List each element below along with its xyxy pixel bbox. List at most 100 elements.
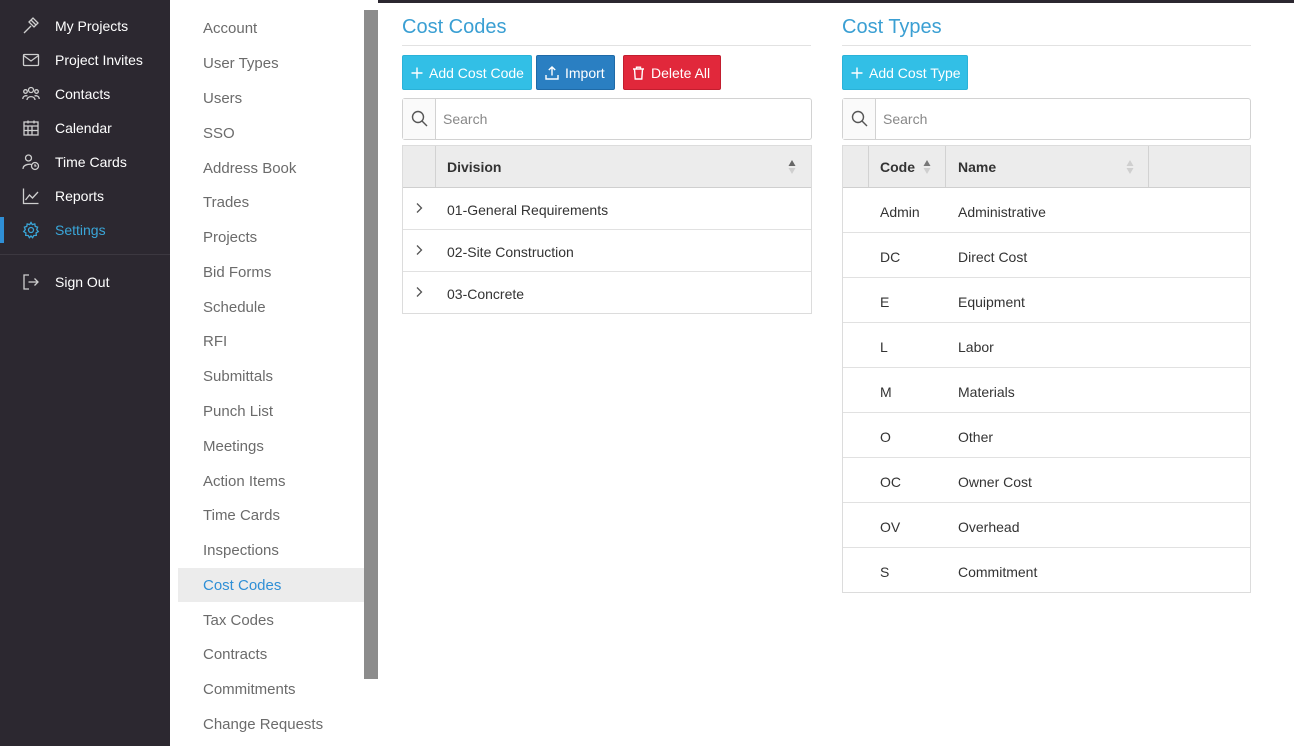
settings-item-inspections[interactable]: Inspections xyxy=(178,533,364,567)
cost-codes-table-header: Division xyxy=(403,146,811,188)
settings-item-label: Contracts xyxy=(203,646,268,663)
table-row[interactable]: Admin Administrative xyxy=(843,188,1250,233)
cost-codes-title: Cost Codes xyxy=(402,16,507,38)
cost-type-code: DC xyxy=(880,249,901,265)
settings-item-meetings[interactable]: Meetings xyxy=(178,429,364,463)
cost-codes-search xyxy=(402,98,812,140)
table-row[interactable]: M Materials xyxy=(843,368,1250,413)
cost-codes-table: Division 01-General Requirements 02-Site… xyxy=(402,145,812,314)
cost-type-name: Overhead xyxy=(958,519,1020,535)
add-cost-type-label: Add Cost Type xyxy=(869,64,961,81)
cost-type-code: M xyxy=(880,384,892,400)
cost-type-name: Commitment xyxy=(958,564,1038,580)
cost-type-code: L xyxy=(880,339,888,355)
settings-item-label: Users xyxy=(203,90,243,107)
import-button[interactable]: Import xyxy=(536,55,615,90)
sort-asc-icon[interactable] xyxy=(923,159,931,175)
nav-item-settings[interactable]: Settings xyxy=(0,213,170,247)
cost-type-code: Admin xyxy=(880,204,920,220)
settings-item-action-items[interactable]: Action Items xyxy=(178,464,364,498)
settings-item-label: Change Requests xyxy=(203,716,324,733)
nav-item-project-invites[interactable]: Project Invites xyxy=(0,43,170,77)
nav-item-my-projects[interactable]: My Projects xyxy=(0,9,170,43)
nav-item-calendar[interactable]: Calendar xyxy=(0,111,170,145)
settings-item-cost-codes[interactable]: Cost Codes xyxy=(178,568,364,602)
table-row[interactable]: S Commitment xyxy=(843,548,1250,592)
cost-codes-search-input[interactable] xyxy=(443,107,743,131)
settings-item-address-book[interactable]: Address Book xyxy=(178,151,364,185)
settings-item-label: Address Book xyxy=(203,160,297,177)
code-column-header[interactable]: Code xyxy=(880,146,915,187)
header-divider xyxy=(1148,146,1149,187)
add-cost-code-label: Add Cost Code xyxy=(429,64,524,81)
chevron-right-icon[interactable] xyxy=(415,202,423,214)
settings-item-label: Tax Codes xyxy=(203,612,274,629)
main-nav: My Projects Project Invites Contacts Cal… xyxy=(0,0,170,746)
table-row[interactable]: OV Overhead xyxy=(843,503,1250,548)
table-row[interactable]: O Other xyxy=(843,413,1250,458)
cost-codes-title-rule xyxy=(402,45,811,46)
settings-item-account[interactable]: Account xyxy=(178,11,364,45)
delete-all-button[interactable]: Delete All xyxy=(623,55,721,90)
division-name: 01-General Requirements xyxy=(447,202,609,218)
plus-icon xyxy=(851,67,863,78)
settings-item-trades[interactable]: Trades xyxy=(178,185,364,219)
settings-item-rfi[interactable]: RFI xyxy=(178,324,364,358)
settings-item-submittals[interactable]: Submittals xyxy=(178,359,364,393)
cost-type-code: E xyxy=(880,294,890,310)
nav-item-label: Contacts xyxy=(55,86,111,102)
table-row[interactable]: E Equipment xyxy=(843,278,1250,323)
nav-item-reports[interactable]: Reports xyxy=(0,179,170,213)
cost-type-name: Materials xyxy=(958,384,1015,400)
settings-item-projects[interactable]: Projects xyxy=(178,220,364,254)
nav-item-label: Reports xyxy=(55,188,105,204)
add-cost-code-button[interactable]: Add Cost Code xyxy=(402,55,532,90)
settings-item-users[interactable]: Users xyxy=(178,81,364,115)
division-column-header[interactable]: Division xyxy=(447,146,501,187)
settings-item-label: SSO xyxy=(203,125,235,142)
nav-item-contacts[interactable]: Contacts xyxy=(0,77,170,111)
nav-item-sign-out[interactable]: Sign Out xyxy=(0,265,170,299)
settings-item-tax-codes[interactable]: Tax Codes xyxy=(178,603,364,637)
table-row[interactable]: 01-General Requirements xyxy=(403,188,811,230)
settings-item-sso[interactable]: SSO xyxy=(178,116,364,150)
nav-item-time-cards[interactable]: Time Cards xyxy=(0,145,170,179)
table-row[interactable]: OC Owner Cost xyxy=(843,458,1250,503)
delete-all-label: Delete All xyxy=(651,64,711,81)
settings-item-punch-list[interactable]: Punch List xyxy=(178,394,364,428)
settings-item-label: Inspections xyxy=(203,542,279,559)
chevron-right-icon[interactable] xyxy=(415,244,423,256)
nav-item-label: Project Invites xyxy=(55,52,143,68)
table-row[interactable]: 03-Concrete xyxy=(403,272,811,313)
add-cost-type-button[interactable]: Add Cost Type xyxy=(842,55,968,90)
cost-type-name: Owner Cost xyxy=(958,474,1032,490)
cost-types-search-input[interactable] xyxy=(883,107,1183,131)
line-chart-icon xyxy=(22,188,39,205)
settings-item-user-types[interactable]: User Types xyxy=(178,46,364,80)
cost-types-table-header: Code Name xyxy=(843,146,1250,188)
table-row[interactable]: 02-Site Construction xyxy=(403,230,811,272)
settings-item-change-requests[interactable]: Change Requests xyxy=(178,707,364,741)
name-column-header[interactable]: Name xyxy=(958,146,996,187)
settings-item-schedule[interactable]: Schedule xyxy=(178,290,364,324)
cost-types-search xyxy=(842,98,1251,140)
table-row[interactable]: DC Direct Cost xyxy=(843,233,1250,278)
nav-divider xyxy=(0,254,170,255)
sort-asc-icon[interactable] xyxy=(788,159,796,175)
hammer-icon xyxy=(23,17,39,34)
nav-item-label: Sign Out xyxy=(55,274,110,290)
settings-item-commitments[interactable]: Commitments xyxy=(178,672,364,706)
settings-item-time-cards[interactable]: Time Cards xyxy=(178,498,364,532)
sort-both-icon[interactable] xyxy=(1126,159,1134,175)
nav-item-label: Settings xyxy=(55,222,106,238)
settings-item-contracts[interactable]: Contracts xyxy=(178,637,364,671)
settings-menu: Account User Types Users SSO Address Boo… xyxy=(170,0,378,746)
cost-type-name: Equipment xyxy=(958,294,1025,310)
settings-item-bid-forms[interactable]: Bid Forms xyxy=(178,255,364,289)
plus-icon xyxy=(411,67,423,78)
settings-menu-scrollbar[interactable] xyxy=(364,10,378,679)
chevron-right-icon[interactable] xyxy=(415,286,423,298)
search-icon xyxy=(851,110,868,127)
settings-item-label: Time Cards xyxy=(203,507,280,524)
table-row[interactable]: L Labor xyxy=(843,323,1250,368)
